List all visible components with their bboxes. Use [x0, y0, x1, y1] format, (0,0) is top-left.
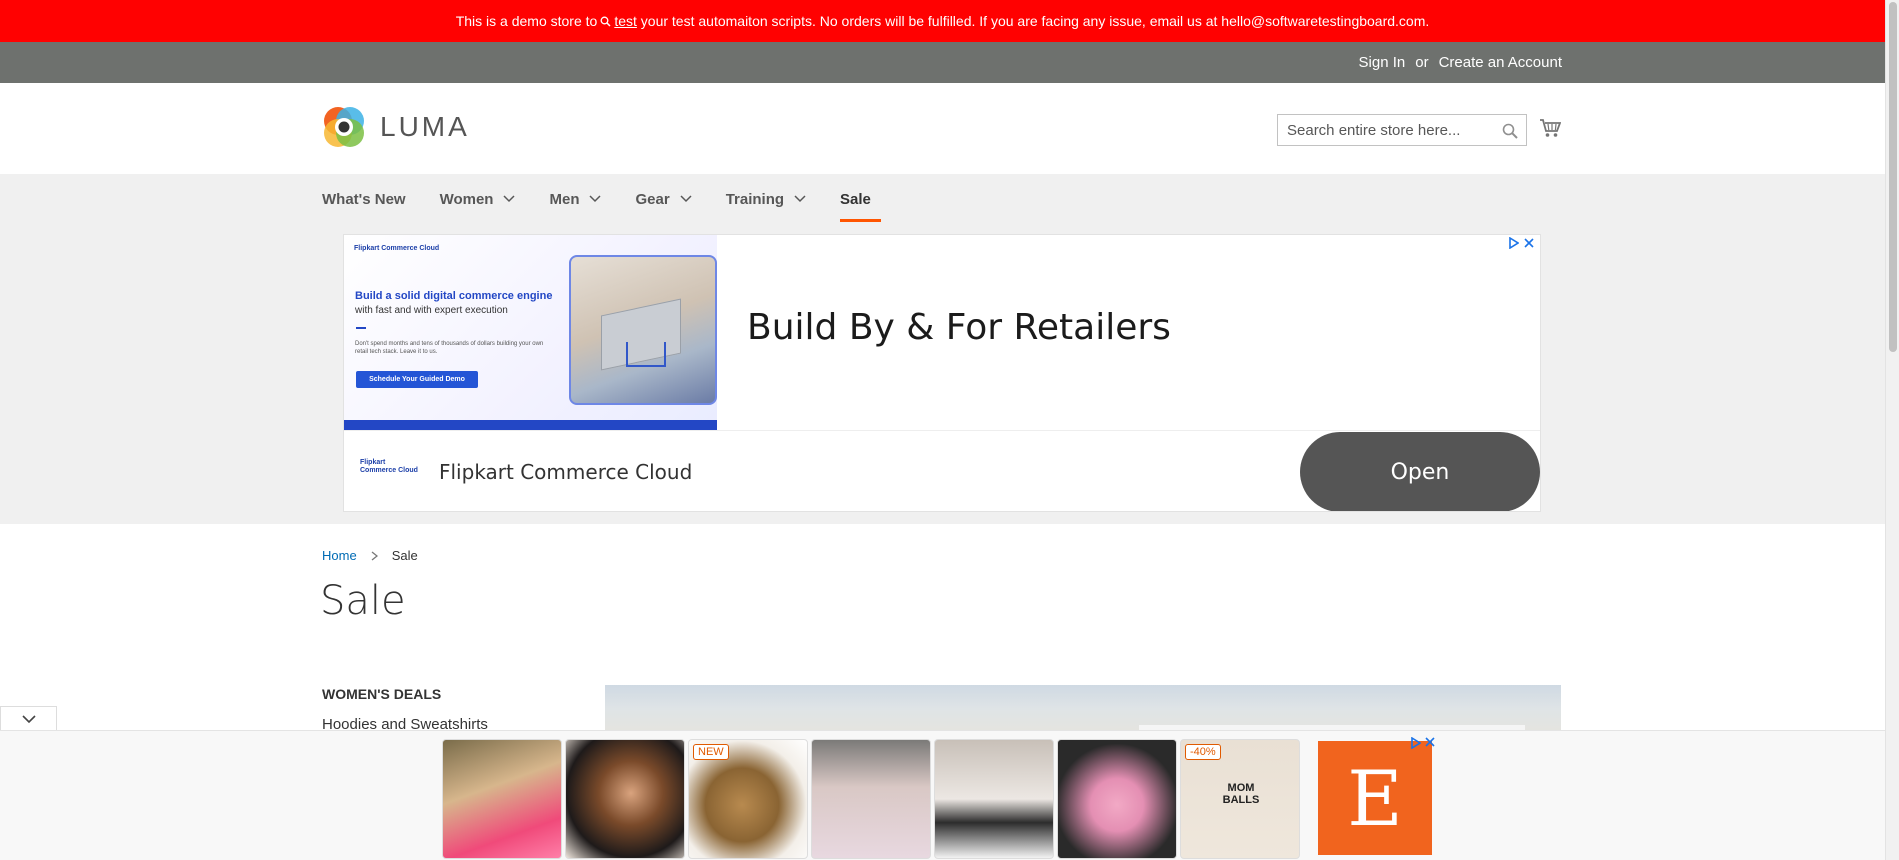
close-icon[interactable]	[1524, 238, 1534, 248]
header-panel: Sign In or Create an Account	[0, 42, 1885, 83]
cart-icon[interactable]	[1539, 118, 1561, 138]
ad-creative-headline: Build a solid digital commerce engine	[355, 290, 553, 302]
demo-notice-link[interactable]: test	[614, 13, 637, 29]
laptop-cart-photo	[569, 255, 717, 405]
ad-thumbnail[interactable]: -40% MOM BALLS	[1180, 739, 1300, 859]
flipkart-logo: Flipkart Commerce Cloud	[354, 245, 440, 252]
nav-item-label: Gear	[635, 190, 670, 208]
nav-item-label: Training	[725, 190, 785, 208]
ad-creative-subline: with fast and with expert execution	[355, 305, 508, 316]
search-input[interactable]	[1278, 115, 1526, 145]
nav-item-sale[interactable]: Sale	[840, 174, 905, 224]
ad-thumbnail[interactable]	[565, 739, 685, 859]
discount-badge: -40%	[1185, 744, 1221, 760]
close-icon[interactable]	[1425, 737, 1435, 747]
page-scrollbar[interactable]	[1885, 0, 1899, 860]
navigation-area: What's New Women Men Gear Training Sale …	[0, 174, 1885, 524]
ad-creative-footer-strip	[344, 420, 717, 430]
sweatshirt-print-text: MOM BALLS	[1222, 782, 1260, 806]
ad-thumbnail[interactable]	[442, 739, 562, 859]
ad-thumbnail[interactable]	[1057, 739, 1177, 859]
page-title: Sale	[320, 578, 406, 624]
ad-creative-image[interactable]: Flipkart Commerce Cloud Build a solid di…	[344, 235, 717, 430]
or-separator: or	[1415, 54, 1429, 71]
demo-notice-text-before: This is a demo store to	[455, 13, 598, 29]
chevron-right-icon	[371, 550, 378, 561]
collapse-ad-toggle[interactable]	[0, 706, 57, 731]
ad-open-button[interactable]: Open	[1300, 432, 1540, 511]
nav-item-whats-new[interactable]: What's New	[322, 174, 440, 224]
sign-in-link[interactable]: Sign In	[1359, 54, 1406, 71]
ad-creative-cta-button[interactable]: Schedule Your Guided Demo	[356, 371, 478, 388]
search-box[interactable]	[1277, 114, 1527, 146]
nav-item-label: Women	[439, 190, 494, 208]
etsy-logo[interactable]: E	[1318, 741, 1432, 855]
flipkart-brand-logo: Flipkart Commerce Cloud	[360, 459, 418, 474]
chevron-down-icon	[503, 195, 516, 203]
nav-item-gear[interactable]: Gear	[635, 174, 725, 224]
demo-notice-banner: This is a demo store to test your test a…	[0, 0, 1885, 42]
luma-logo[interactable]: LUMA	[322, 105, 470, 149]
advertisement-banner[interactable]: Flipkart Commerce Cloud Build a solid di…	[343, 234, 1541, 512]
scrollbar-thumb[interactable]	[1889, 2, 1897, 352]
nav-item-label: Men	[549, 190, 580, 208]
ad-footer: Flipkart Commerce Cloud Flipkart Commerc…	[344, 430, 1540, 511]
ad-choices[interactable]	[1411, 737, 1435, 749]
demo-notice-text-after: your test automaiton scripts. No orders …	[640, 13, 1430, 29]
adchoices-icon[interactable]	[1509, 237, 1519, 249]
ad-thumbnail[interactable]	[811, 739, 931, 859]
chevron-down-icon	[794, 195, 806, 203]
ad-thumbnail[interactable]: NEW	[688, 739, 808, 859]
ad-product-thumbnails: NEW -40% MOM BALLS	[442, 739, 1300, 859]
ad-headline[interactable]: Build By & For Retailers	[747, 307, 1171, 348]
main-nav: What's New Women Men Gear Training Sale	[322, 174, 905, 224]
nav-item-label: Sale	[840, 190, 871, 208]
ad-creative-divider	[356, 327, 366, 329]
ad-creative-body: Don't spend months and tens of thousands…	[355, 341, 544, 355]
site-header: LUMA	[0, 83, 1885, 174]
ad-choices[interactable]	[1509, 237, 1534, 249]
breadcrumb-current: Sale	[391, 548, 418, 563]
logo-text: LUMA	[380, 111, 470, 142]
new-badge: NEW	[693, 744, 729, 760]
adchoices-icon[interactable]	[1411, 737, 1421, 749]
luma-logo-icon	[324, 107, 364, 147]
ad-thumbnail[interactable]	[934, 739, 1054, 859]
search-icon	[600, 16, 611, 27]
breadcrumb-home[interactable]: Home	[322, 548, 357, 563]
sidebar-title: WOMEN'S DEALS	[322, 686, 442, 702]
search-icon[interactable]	[1502, 123, 1518, 139]
nav-item-men[interactable]: Men	[549, 174, 635, 224]
nav-item-women[interactable]: Women	[440, 174, 550, 224]
ad-brand-name[interactable]: Flipkart Commerce Cloud	[439, 460, 692, 484]
chevron-down-icon	[589, 195, 602, 203]
bottom-sticky-ad[interactable]: NEW -40% MOM BALLS E	[0, 730, 1885, 860]
create-account-link[interactable]: Create an Account	[1439, 54, 1562, 71]
chevron-down-icon[interactable]	[21, 714, 36, 724]
chevron-down-icon	[680, 195, 692, 203]
nav-item-label: What's New	[322, 190, 406, 208]
breadcrumb: Home Sale	[322, 548, 418, 563]
nav-item-training[interactable]: Training	[726, 174, 840, 224]
